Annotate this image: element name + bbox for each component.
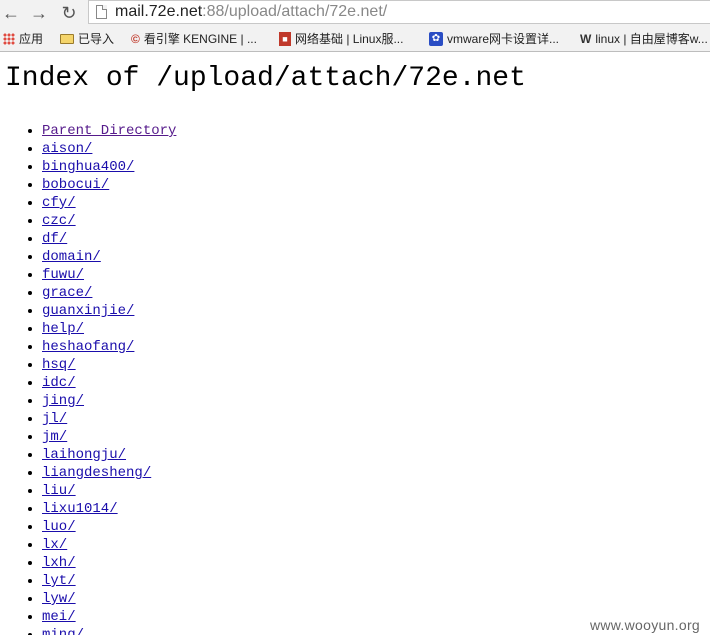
directory-link[interactable]: aison/ [42, 141, 92, 157]
list-item: lx/ [42, 536, 176, 554]
bookmark-imported[interactable]: 已导入 [60, 31, 114, 47]
directory-link[interactable]: grace/ [42, 285, 92, 301]
apps-grid-icon [3, 33, 15, 45]
bookmark-vmware[interactable]: ✿ vmware网卡设置详... [429, 31, 559, 47]
bookmark-label: 应用 [19, 32, 44, 46]
directory-link[interactable]: jm/ [42, 429, 67, 445]
page-title: Index of /upload/attach/72e.net [5, 63, 526, 94]
list-item: lyw/ [42, 590, 176, 608]
list-item: liangdesheng/ [42, 464, 176, 482]
page-content: Index of /upload/attach/72e.net Parent D… [0, 52, 710, 635]
bookmarks-bar: 应用 已导入 © 看引擎 KENGINE | ... ■ 网络基础 | Linux服… [0, 26, 710, 52]
list-item: ming/ [42, 626, 176, 635]
directory-link[interactable]: idc/ [42, 375, 76, 391]
directory-link[interactable]: jing/ [42, 393, 84, 409]
url-text[interactable]: mail.72e.net:88/upload/attach/72e.net/ [115, 3, 387, 21]
directory-link[interactable]: czc/ [42, 213, 76, 229]
directory-link[interactable]: domain/ [42, 249, 101, 265]
directory-link[interactable]: df/ [42, 231, 67, 247]
list-item: aison/ [42, 140, 176, 158]
list-item: domain/ [42, 248, 176, 266]
list-item: laihongju/ [42, 446, 176, 464]
directory-link[interactable]: lixu1014/ [42, 501, 118, 517]
directory-link[interactable]: binghua400/ [42, 159, 134, 175]
red-site-icon: ■ [279, 32, 291, 46]
bookmark-kengine[interactable]: © 看引擎 KENGINE | ... [131, 31, 257, 47]
bookmark-apps[interactable]: 应用 [3, 31, 43, 47]
directory-link[interactable]: liu/ [42, 483, 76, 499]
directory-link[interactable]: liangdesheng/ [42, 465, 151, 481]
directory-link[interactable]: laihongju/ [42, 447, 126, 463]
bookmark-label: 看引擎 KENGINE | ... [143, 32, 257, 46]
list-item: mei/ [42, 608, 176, 626]
list-item: lxh/ [42, 554, 176, 572]
baidu-paw-icon: ✿ [429, 32, 443, 46]
back-arrow-icon[interactable]: ← [0, 2, 22, 24]
directory-link[interactable]: bobocui/ [42, 177, 109, 193]
folder-icon [60, 34, 74, 44]
url-path: :88/upload/attach/72e.net/ [202, 3, 388, 20]
directory-link[interactable]: lxh/ [42, 555, 76, 571]
kengine-logo-icon: © [131, 32, 140, 46]
list-item: lyt/ [42, 572, 176, 590]
address-bar[interactable]: mail.72e.net:88/upload/attach/72e.net/ [88, 0, 710, 24]
bookmark-network-basics[interactable]: ■ 网络基础 | Linux服... [279, 31, 403, 47]
list-item: jing/ [42, 392, 176, 410]
list-item: guanxinjie/ [42, 302, 176, 320]
list-item: fuwu/ [42, 266, 176, 284]
list-item: hsq/ [42, 356, 176, 374]
list-item: luo/ [42, 518, 176, 536]
bookmark-label: vmware网卡设置详... [447, 32, 560, 46]
directory-link[interactable]: mei/ [42, 609, 76, 625]
list-item: idc/ [42, 374, 176, 392]
bookmark-label: 已导入 [78, 32, 115, 46]
list-item: bobocui/ [42, 176, 176, 194]
reload-icon[interactable]: ↻ [58, 2, 80, 24]
parent-directory-link[interactable]: Parent Directory [42, 123, 176, 139]
list-item: liu/ [42, 482, 176, 500]
directory-link[interactable]: jl/ [42, 411, 67, 427]
directory-link[interactable]: ming/ [42, 627, 84, 635]
list-item: heshaofang/ [42, 338, 176, 356]
list-item: jm/ [42, 428, 176, 446]
directory-link[interactable]: hsq/ [42, 357, 76, 373]
list-item: Parent Directory [42, 122, 176, 140]
bookmark-label: 网络基础 | Linux服... [295, 32, 404, 46]
page-icon [96, 5, 107, 19]
directory-link[interactable]: fuwu/ [42, 267, 84, 283]
watermark: www.wooyun.org [589, 617, 700, 633]
bookmark-label: linux | 自由屋博客w... [595, 32, 708, 46]
list-item: binghua400/ [42, 158, 176, 176]
browser-toolbar: ← → ↻ mail.72e.net:88/upload/attach/72e.… [0, 0, 710, 26]
directory-link[interactable]: luo/ [42, 519, 76, 535]
list-item: help/ [42, 320, 176, 338]
list-item: cfy/ [42, 194, 176, 212]
list-item: lixu1014/ [42, 500, 176, 518]
directory-listing: Parent Directory aison/ binghua400/ bobo… [0, 122, 176, 635]
directory-link[interactable]: guanxinjie/ [42, 303, 134, 319]
url-host: mail.72e.net [115, 3, 203, 20]
directory-link[interactable]: cfy/ [42, 195, 76, 211]
list-item: jl/ [42, 410, 176, 428]
w-logo-icon: W [580, 32, 592, 46]
list-item: df/ [42, 230, 176, 248]
directory-link[interactable]: heshaofang/ [42, 339, 134, 355]
directory-link[interactable]: help/ [42, 321, 84, 337]
forward-arrow-icon[interactable]: → [28, 2, 50, 24]
directory-link[interactable]: lyt/ [42, 573, 76, 589]
list-item: grace/ [42, 284, 176, 302]
directory-link[interactable]: lyw/ [42, 591, 76, 607]
bookmark-linux-blog[interactable]: Wlinux | 自由屋博客w... [580, 31, 708, 47]
list-item: czc/ [42, 212, 176, 230]
directory-link[interactable]: lx/ [42, 537, 67, 553]
